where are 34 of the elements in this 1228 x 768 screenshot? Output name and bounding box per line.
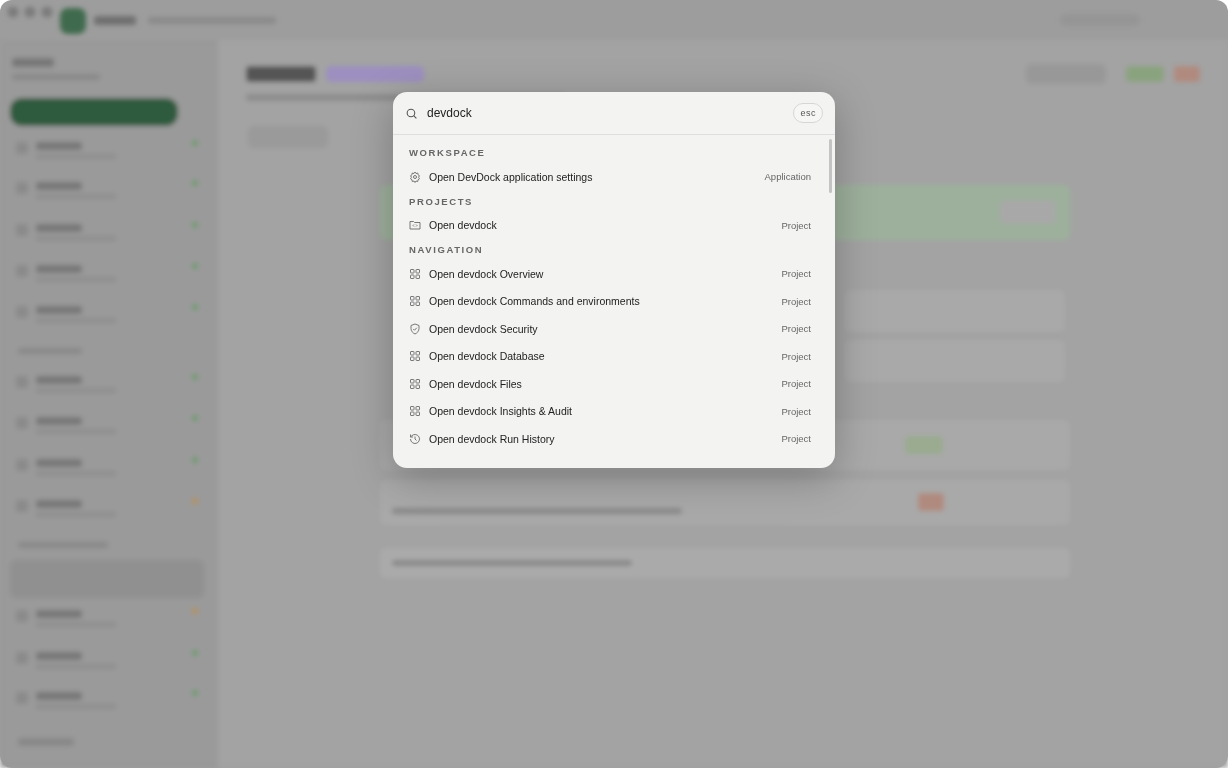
- item-scope: Project: [781, 295, 811, 307]
- esc-key[interactable]: esc: [793, 103, 823, 123]
- command-item[interactable]: Open DevDock application settings: [429, 170, 765, 183]
- item-scope: Project: [781, 378, 811, 390]
- command-item[interactable]: Open devdock Insights & Audit: [429, 405, 782, 418]
- command-item[interactable]: Open devdock Overview: [429, 267, 782, 280]
- item-scope: Project: [781, 433, 811, 445]
- command-item[interactable]: Open devdock Security: [429, 322, 782, 335]
- grid-icon: [409, 405, 421, 418]
- search-field[interactable]: devdock: [427, 103, 785, 123]
- grid-icon: [409, 267, 421, 280]
- item-scope: Project: [781, 405, 811, 417]
- gear-icon: [409, 170, 421, 183]
- grid-icon: [409, 350, 421, 363]
- item-scope: Project: [781, 323, 811, 335]
- item-scope: Project: [781, 268, 811, 280]
- item-scope: Project: [781, 219, 811, 231]
- history-icon: [409, 432, 421, 445]
- command-item[interactable]: Open devdock: [429, 219, 782, 232]
- command-item[interactable]: Open devdock Run History: [429, 432, 782, 445]
- search-icon: [405, 106, 418, 120]
- folder-icon: [409, 219, 421, 232]
- command-item[interactable]: Open devdock Commands and environments: [429, 295, 782, 308]
- command-item[interactable]: Open devdock Database: [429, 350, 782, 363]
- scroll-bar[interactable]: [829, 139, 832, 193]
- item-scope: Application: [764, 171, 811, 183]
- section-heading: NAVIGATION: [409, 243, 485, 257]
- item-scope: Project: [781, 350, 811, 362]
- shield-icon: [409, 322, 421, 335]
- grid-icon: [409, 295, 421, 308]
- section-heading: PROJECTS: [409, 194, 474, 209]
- command-item[interactable]: Open devdock Files: [429, 377, 782, 390]
- grid-icon: [409, 377, 421, 390]
- section-heading: WORKSPACE: [409, 146, 487, 160]
